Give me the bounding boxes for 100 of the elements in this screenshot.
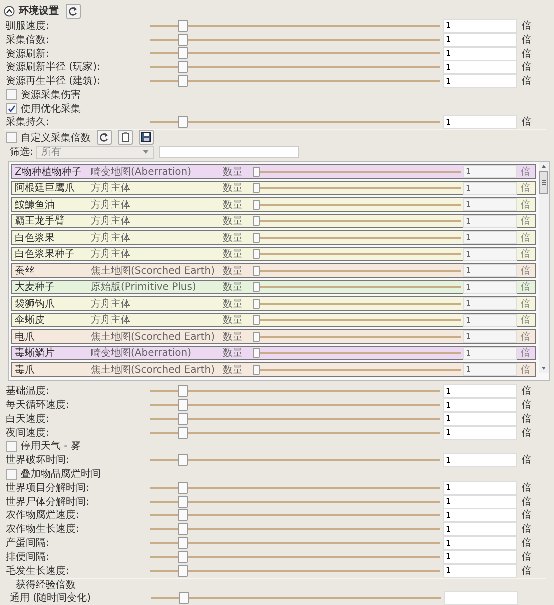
number-field[interactable]: 1 (443, 18, 517, 33)
slider[interactable] (253, 298, 461, 309)
slider-thumb[interactable] (178, 116, 188, 128)
number-field[interactable]: 1 (443, 494, 517, 509)
slider-thumb[interactable] (178, 385, 188, 398)
number-field[interactable]: 1 (463, 280, 517, 294)
slider[interactable] (253, 166, 461, 177)
slider-thumb[interactable] (253, 298, 260, 309)
slider-thumb[interactable] (253, 249, 260, 260)
slider-thumb[interactable] (253, 232, 260, 243)
slider-thumb[interactable] (253, 282, 260, 292)
slider-thumb[interactable] (253, 332, 260, 342)
checkbox[interactable] (6, 89, 17, 100)
map-label: 方舟主体 (91, 198, 132, 212)
number-field[interactable]: 1 (463, 182, 517, 195)
setting-label: 农作物生长速度: (6, 522, 80, 536)
number-field[interactable]: 1 (443, 115, 517, 130)
number-field[interactable]: 1 (443, 398, 517, 412)
setting-label: 采集倍数: (6, 34, 50, 47)
slider-thumb[interactable] (178, 412, 188, 425)
collapse-icon[interactable] (4, 6, 15, 16)
checkbox[interactable] (6, 103, 17, 114)
checkbox[interactable] (6, 468, 17, 480)
number-field[interactable]: 1 (443, 426, 517, 440)
slider[interactable] (253, 282, 461, 292)
map-label: 焦土地图(Scorched Earth) (91, 330, 216, 344)
slider-thumb[interactable] (178, 496, 188, 508)
number-field[interactable]: 1 (463, 330, 517, 344)
slider-thumb[interactable] (178, 550, 188, 563)
number-field[interactable]: 1 (463, 214, 517, 228)
number-field[interactable]: 1 (463, 198, 517, 212)
refresh-button[interactable] (97, 130, 112, 146)
slider[interactable] (253, 332, 461, 342)
search-field[interactable] (159, 146, 300, 158)
slider-thumb[interactable] (253, 266, 260, 276)
slider-thumb[interactable] (178, 20, 188, 32)
number-field[interactable]: 1 (463, 297, 517, 310)
slider-thumb[interactable] (179, 592, 189, 604)
slider-thumb[interactable] (253, 166, 260, 177)
slider-thumb[interactable] (178, 61, 188, 74)
unit-label: 倍 (521, 166, 531, 179)
slider-thumb[interactable] (178, 482, 188, 494)
unit-label: 倍 (522, 398, 532, 412)
slider[interactable] (253, 232, 461, 243)
scrollbar[interactable] (539, 162, 549, 374)
unit-label: 倍 (522, 60, 532, 74)
slider[interactable] (253, 266, 461, 276)
slider[interactable] (253, 315, 461, 326)
slider-thumb[interactable] (253, 200, 260, 210)
number-field[interactable]: 1 (443, 536, 517, 550)
slider-thumb[interactable] (178, 47, 188, 60)
slider[interactable] (253, 216, 461, 226)
unit-label: 倍 (522, 48, 532, 60)
slider-thumb[interactable] (178, 454, 188, 466)
checkbox[interactable] (6, 132, 17, 144)
number-field[interactable]: 1 (463, 346, 517, 360)
slider-thumb[interactable] (178, 564, 188, 577)
slider-thumb[interactable] (253, 364, 260, 375)
slider-thumb[interactable] (178, 509, 188, 522)
number-field[interactable]: 1 (443, 480, 517, 495)
number-field[interactable]: 1 (443, 550, 517, 564)
number-field[interactable]: 1 (443, 522, 517, 536)
slider-thumb[interactable] (178, 537, 188, 550)
number-field[interactable]: 1 (443, 453, 517, 468)
slider[interactable] (253, 200, 461, 210)
map-label: 方舟主体 (91, 298, 132, 311)
number-field[interactable]: 1 (443, 32, 517, 47)
slider[interactable] (253, 183, 461, 194)
save-button[interactable] (139, 130, 154, 146)
number-field[interactable]: 1 (463, 314, 517, 327)
number-field[interactable]: 1 (443, 46, 517, 60)
refresh-button[interactable] (66, 4, 81, 18)
number-field[interactable] (444, 591, 518, 605)
slider[interactable] (253, 249, 461, 260)
number-field[interactable]: 1 (443, 564, 517, 578)
slider-thumb[interactable] (253, 183, 260, 194)
slider-thumb[interactable] (253, 216, 260, 226)
slider-thumb[interactable] (178, 399, 188, 412)
number-field[interactable]: 1 (463, 264, 517, 278)
slider-thumb[interactable] (178, 426, 188, 439)
number-field[interactable]: 1 (443, 412, 517, 426)
unit-label: 倍 (522, 34, 532, 47)
number-field[interactable]: 1 (443, 508, 517, 522)
number-field[interactable]: 1 (443, 74, 517, 88)
slider-thumb[interactable] (178, 523, 188, 536)
number-field[interactable]: 1 (463, 165, 517, 178)
number-field[interactable]: 1 (443, 384, 517, 398)
number-field[interactable]: 1 (463, 363, 517, 376)
slider-thumb[interactable] (253, 348, 260, 358)
copy-button[interactable] (118, 130, 133, 146)
number-field[interactable]: 1 (463, 231, 517, 244)
number-field[interactable]: 1 (463, 248, 517, 261)
setting-label: 资源刷新: (6, 48, 50, 60)
slider-thumb[interactable] (178, 75, 188, 88)
checkbox[interactable] (6, 440, 17, 452)
slider-thumb[interactable] (178, 34, 188, 46)
number-field[interactable]: 1 (443, 60, 517, 74)
slider-thumb[interactable] (253, 315, 260, 326)
slider[interactable] (253, 364, 461, 375)
slider[interactable] (253, 348, 461, 358)
